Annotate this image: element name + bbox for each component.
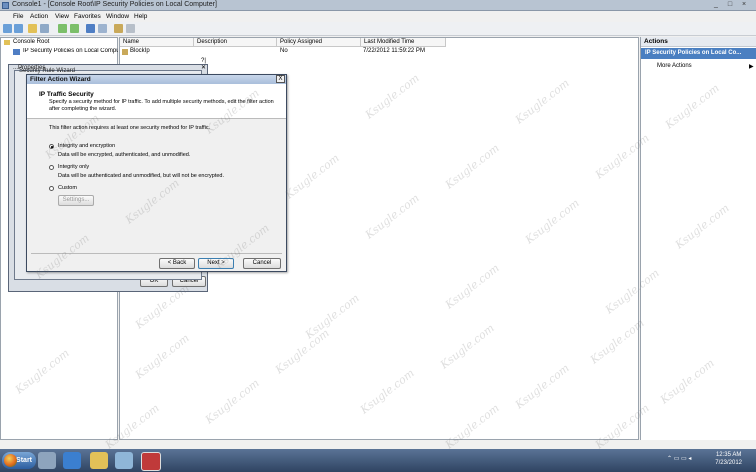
mmc-taskbar-icon[interactable] [115, 452, 133, 469]
toolbox-icon[interactable] [141, 452, 161, 471]
policy-icon [122, 49, 128, 55]
mmc-app-icon [2, 2, 9, 9]
forward-icon[interactable] [14, 24, 23, 33]
windows-logo-icon [4, 454, 17, 467]
option-label[interactable]: Custom [58, 185, 77, 191]
start-label: Start [16, 457, 32, 464]
export-icon[interactable] [70, 24, 79, 33]
menu-action[interactable]: Action [30, 13, 48, 20]
menu-view[interactable]: View [55, 13, 69, 20]
close-icon[interactable]: × [740, 1, 748, 9]
start-button[interactable]: Start [2, 452, 36, 469]
filter-action-wizard: Filter Action Wizard X IP Traffic Securi… [26, 74, 287, 272]
cancel-button[interactable]: Cancel [243, 258, 281, 269]
server-manager-icon[interactable] [38, 452, 56, 469]
title-bar: Console1 - [Console Root\IP Security Pol… [0, 0, 756, 11]
window-title: Console1 - [Console Root\IP Security Pol… [12, 1, 217, 8]
help-icon[interactable] [86, 24, 95, 33]
option-label[interactable]: Integrity only [58, 164, 89, 170]
powershell-icon[interactable] [63, 452, 81, 469]
back-button[interactable]: < Back [159, 258, 195, 269]
row-assigned: No [280, 48, 288, 54]
option-label[interactable]: Integrity and encryption [58, 143, 115, 149]
menu-help[interactable]: Help [134, 13, 147, 20]
clock-time: 12:35 AM [715, 452, 742, 458]
taskbar: Start ⌃ ▭ ▭ ◂ 12:35 AM 7/23/2012 [0, 449, 756, 472]
wizard-description: Specify a security method for IP traffic… [49, 99, 274, 112]
toolbar [0, 22, 756, 36]
wizard-close-button[interactable]: X [276, 75, 285, 83]
row-name[interactable]: BlockIp [130, 48, 150, 54]
refresh-icon[interactable] [58, 24, 67, 33]
arrow-right-icon: ▶ [749, 64, 754, 70]
minimize-icon[interactable]: _ [712, 1, 720, 9]
column-policy-assigned[interactable]: Policy Assigned [277, 38, 361, 47]
column-last-modified[interactable]: Last Modified Time [361, 38, 446, 47]
option-desc: Data will be authenticated and unmodifie… [58, 173, 225, 179]
maximize-icon[interactable]: □ [726, 1, 734, 9]
up-folder-icon[interactable] [28, 24, 37, 33]
column-description[interactable]: Description [194, 38, 277, 47]
settings-button[interactable]: Settings... [58, 195, 94, 206]
radio-custom[interactable] [49, 186, 54, 191]
divider [31, 253, 282, 254]
clock[interactable]: 12:35 AM 7/23/2012 [715, 451, 742, 467]
show-tree-icon[interactable] [40, 24, 49, 33]
help-close-icons[interactable]: ?|✕ [201, 58, 206, 71]
folder-icon [4, 40, 10, 45]
wizard-heading: IP Traffic Security [39, 91, 94, 98]
view-icon[interactable] [98, 24, 107, 33]
actions-pane: Actions IP Security Policies on Local Co… [640, 37, 756, 440]
option-desc: Data will be encrypted, authenticated, a… [58, 152, 191, 158]
manage-icon[interactable] [126, 24, 135, 33]
clock-date: 7/23/2012 [715, 460, 742, 466]
explorer-icon[interactable] [90, 452, 108, 469]
policy-icon[interactable] [114, 24, 123, 33]
menu-window[interactable]: Window [106, 13, 129, 20]
wizard-title: Filter Action Wizard [27, 75, 286, 84]
wizard-header: IP Traffic Security Specify a security m… [27, 84, 286, 119]
wizard-intro: This filter action requires at least one… [49, 125, 211, 131]
menu-file[interactable]: File [13, 13, 23, 20]
row-modified: 7/22/2012 11:59:22 PM [363, 48, 425, 54]
radio-integrity-only[interactable] [49, 165, 54, 170]
actions-section[interactable]: IP Security Policies on Local Co... [641, 48, 756, 59]
tree-item-ip-security[interactable]: IP Security Policies on Local Computer [23, 48, 118, 54]
menu-favorites[interactable]: Favorites [74, 13, 101, 20]
tree-root[interactable]: Console Root [13, 39, 49, 45]
next-button[interactable]: Next > [198, 258, 234, 269]
column-name[interactable]: Name [120, 38, 194, 47]
radio-integrity-encryption[interactable] [49, 144, 54, 149]
security-policy-icon [13, 49, 20, 55]
menu-bar: File Action View Favorites Window Help [0, 11, 756, 22]
back-icon[interactable] [3, 24, 12, 33]
more-actions[interactable]: More Actions [657, 63, 692, 69]
tray-icons[interactable]: ⌃ ▭ ▭ ◂ [667, 455, 697, 465]
actions-header: Actions [641, 37, 756, 47]
